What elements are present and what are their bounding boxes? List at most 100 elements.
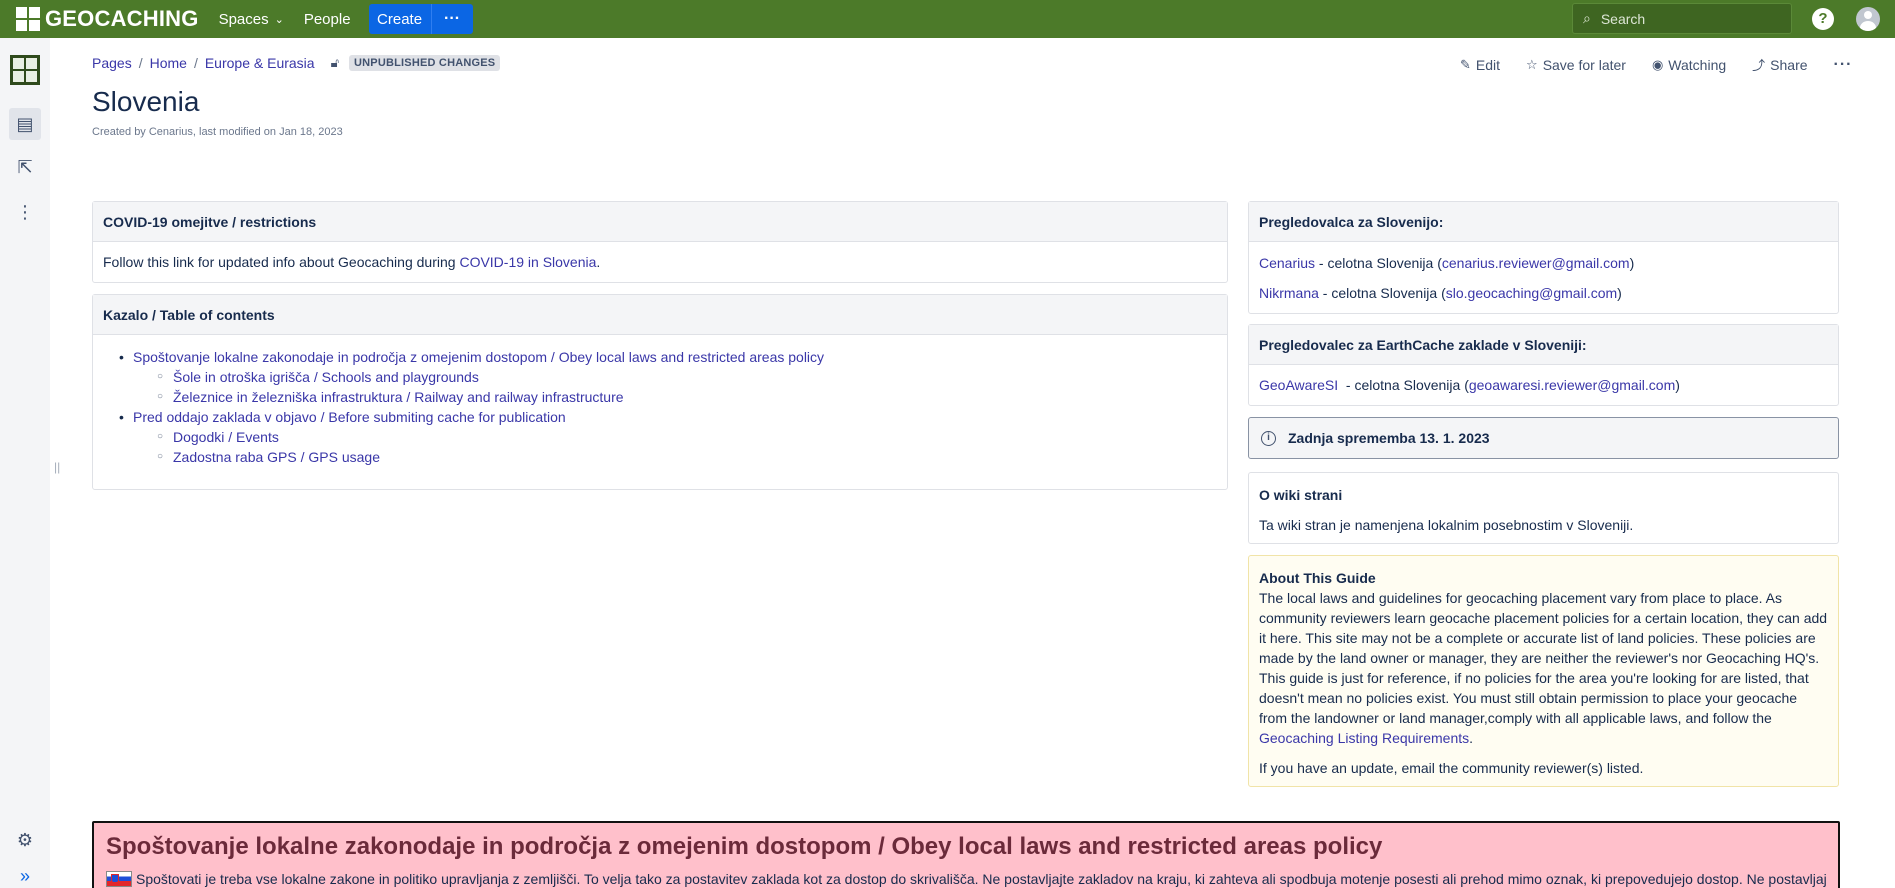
settings-gear-icon[interactable]: ⚙ — [13, 828, 37, 852]
nav-people-label: People — [303, 10, 351, 28]
left-sidebar: ▤ ⇱ ⋮ ⚙ » — [0, 38, 50, 888]
reviewer-email-link[interactable]: cenarius.reviewer@gmail.com — [1442, 255, 1630, 271]
covid-panel: COVID-19 omejitve / restrictions Follow … — [92, 201, 1228, 283]
pages-icon[interactable]: ▤ — [9, 108, 41, 140]
toc-panel-title: Kazalo / Table of contents — [93, 295, 1227, 335]
save-label: Save for later — [1542, 56, 1626, 73]
unlock-icon[interactable]: 🔓︎ — [331, 55, 339, 71]
reviewer-row: Cenarius - celotna Slovenija (cenarius.r… — [1259, 248, 1828, 278]
reviewers-panel: Pregledovalca za Slovenijo: Cenarius - c… — [1248, 201, 1839, 314]
share-label: Share — [1770, 56, 1808, 73]
covid-text: Follow this link for updated info about … — [103, 254, 460, 270]
breadcrumb-separator: / — [138, 55, 143, 71]
toc-item: Pred oddajo zaklada v objavo / Before su… — [93, 407, 1227, 427]
share-icon: ⤴ — [1752, 58, 1766, 73]
toc-list: Spoštovanje lokalne zakonodaje in področ… — [93, 335, 1227, 467]
earthcache-scope: - celotna Slovenija ( — [1338, 377, 1469, 393]
avatar[interactable] — [1856, 7, 1880, 31]
toc-item: Železnice in železniška infrastruktura /… — [93, 387, 1227, 407]
toc-panel: Kazalo / Table of contents Spoštovanje l… — [92, 294, 1228, 490]
toc-link[interactable]: Zadostna raba GPS / GPS usage — [173, 449, 380, 465]
reviewer-end: ) — [1629, 255, 1635, 271]
help-icon[interactable]: ? — [1812, 8, 1834, 30]
reviewer-scope: - celotna Slovenija ( — [1318, 285, 1446, 301]
space-logo-icon[interactable] — [10, 55, 40, 85]
toc-item: Zadostna raba GPS / GPS usage — [93, 447, 1227, 467]
reviewers-panel-title: Pregledovalca za Slovenijo: — [1249, 202, 1838, 242]
eye-icon: ◉ — [1651, 56, 1664, 72]
page-actions: ✎ Edit ☆ Save for later ◉ Watching ⤴ Share ·… — [1460, 55, 1879, 74]
covid-panel-body: Follow this link for updated info about … — [93, 242, 1227, 282]
expand-sidebar-icon[interactable]: » — [13, 864, 37, 888]
covid-text-end: . — [596, 254, 601, 270]
about-guide-panel: About This Guide The local laws and guid… — [1248, 555, 1839, 787]
breadcrumb: Pages / Home / Europe & Eurasia 🔓︎ UNPUB… — [92, 55, 501, 71]
save-for-later-button[interactable]: ☆ Save for later — [1526, 57, 1626, 73]
covid-link[interactable]: COVID-19 in Slovenia — [459, 254, 596, 270]
local-laws-heading: Spoštovanje lokalne zakonodaje in področ… — [106, 833, 1383, 860]
slovenia-flag-icon — [106, 871, 132, 887]
geocaching-logo-icon — [16, 7, 40, 31]
wiki-panel: O wiki strani Ta wiki stran je namenjena… — [1248, 472, 1839, 544]
about-body: The local laws and guidelines for geocac… — [1259, 588, 1828, 748]
top-navigation-bar: GEOCACHING Spaces ⌄ People Create ··· ⌕ … — [0, 0, 1895, 38]
toc-link[interactable]: Dogodki / Events — [173, 429, 279, 445]
reviewer-name-link[interactable]: Nikrmana — [1259, 285, 1319, 301]
reviewer-end: ) — [1617, 285, 1622, 301]
search-input[interactable] — [1600, 10, 1771, 27]
search-box[interactable]: ⌕ — [1572, 3, 1792, 34]
edit-label: Edit — [1475, 56, 1501, 73]
nav-spaces[interactable]: Spaces ⌄ — [219, 11, 284, 28]
breadcrumb-pages[interactable]: Pages — [92, 55, 132, 71]
page-title: Slovenia — [92, 86, 200, 117]
breadcrumb-separator: / — [193, 55, 198, 71]
toc-item: Spoštovanje lokalne zakonodaje in področ… — [93, 347, 1227, 367]
toc-link[interactable]: Pred oddajo zaklada v objavo / Before su… — [133, 409, 566, 425]
unpublished-changes-badge: UNPUBLISHED CHANGES — [349, 55, 501, 71]
toc-item: Dogodki / Events — [93, 427, 1227, 447]
toc-link[interactable]: Spoštovanje lokalne zakonodaje in področ… — [133, 349, 824, 365]
earthcache-panel-body: GeoAwareSI - celotna Slovenija (geoaware… — [1249, 365, 1838, 405]
earthcache-email-link[interactable]: geoawaresi.reviewer@gmail.com — [1469, 377, 1675, 393]
covid-panel-title: COVID-19 omejitve / restrictions — [93, 202, 1227, 242]
earthcache-panel: Pregledovalec za EarthCache zaklade v Sl… — [1248, 324, 1839, 406]
watching-label: Watching — [1668, 56, 1727, 73]
more-actions-button[interactable]: ··· — [1834, 56, 1853, 74]
toc-link[interactable]: Šole in otroška igrišča / Schools and pl… — [173, 369, 479, 385]
search-icon: ⌕ — [1583, 10, 1591, 26]
nav-people[interactable]: People — [304, 11, 351, 28]
earthcache-end: ) — [1675, 377, 1680, 393]
star-icon: ☆ — [1526, 56, 1538, 72]
reviewer-email-link[interactable]: slo.geocaching@gmail.com — [1446, 285, 1617, 301]
listing-requirements-link[interactable]: Geocaching Listing Requirements — [1259, 730, 1469, 746]
sidebar-resize-handle[interactable]: || — [54, 460, 60, 474]
create-more-button[interactable]: ··· — [430, 4, 473, 34]
info-icon: i — [1261, 430, 1276, 446]
breadcrumb-europe-eurasia[interactable]: Europe & Eurasia — [205, 55, 315, 71]
reviewers-panel-body: Cenarius - celotna Slovenija ( cenarius.r… — [1249, 242, 1838, 318]
page-tree-icon[interactable]: ⋮ — [13, 200, 37, 224]
watching-button[interactable]: ◉ Watching — [1652, 57, 1726, 73]
geocaching-logo[interactable]: GEOCACHING — [16, 0, 199, 38]
local-laws-text-row: Spoštovati je treba vse lokalne zakone i… — [106, 871, 1826, 887]
page-byline: Created by Cenarius, last modified on Ja… — [92, 126, 343, 138]
pencil-icon: ✎ — [1460, 56, 1471, 72]
reviewer-name-link[interactable]: Cenarius — [1259, 255, 1315, 271]
local-laws-text: Spoštovati je treba vse lokalne zakone i… — [136, 871, 1826, 887]
breadcrumb-home[interactable]: Home — [150, 55, 187, 71]
toc-item: Šole in otroška igrišča / Schools and pl… — [93, 367, 1227, 387]
edit-button[interactable]: ✎ Edit — [1460, 57, 1500, 73]
about-body-end: . — [1469, 730, 1474, 746]
nav-spaces-label: Spaces — [218, 10, 269, 28]
external-link-icon[interactable]: ⇱ — [13, 155, 37, 179]
create-button[interactable]: Create — [368, 4, 431, 34]
earthcache-reviewer-link[interactable]: GeoAwareSI — [1259, 377, 1338, 393]
toc-link[interactable]: Železnice in železniška infrastruktura /… — [173, 389, 624, 405]
share-button[interactable]: ⤴ Share — [1752, 55, 1807, 74]
chevron-down-icon: ⌄ — [274, 13, 284, 26]
reviewer-row: Nikrmana - celotna Slovenija (slo.geocac… — [1259, 278, 1828, 308]
earthcache-panel-title: Pregledovalec za EarthCache zaklade v Sl… — [1249, 325, 1838, 365]
logo-text: GEOCACHING — [45, 6, 199, 31]
wiki-panel-title: O wiki strani — [1259, 487, 1343, 503]
local-laws-section: Spoštovanje lokalne zakonodaje in področ… — [92, 821, 1840, 888]
